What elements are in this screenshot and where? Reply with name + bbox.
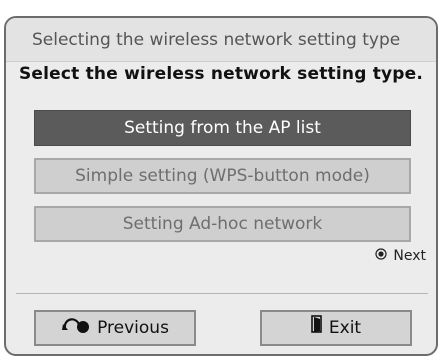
instruction-text: Select the wireless network setting type…	[18, 64, 424, 84]
divider	[16, 293, 428, 294]
exit-door-icon	[311, 312, 323, 344]
dialog-title: Selecting the wireless network setting t…	[6, 18, 436, 62]
option-ap-list[interactable]: Setting from the AP list	[34, 110, 411, 146]
option-wps-button[interactable]: Simple setting (WPS-button mode)	[34, 158, 411, 194]
back-arrow-icon	[61, 312, 91, 344]
next-hint: Next	[375, 248, 426, 264]
exit-label: Exit	[328, 318, 362, 338]
previous-button[interactable]: Previous	[34, 310, 196, 346]
exit-button[interactable]: Exit	[260, 310, 412, 346]
previous-label: Previous	[97, 318, 169, 338]
next-label: Next	[393, 248, 426, 264]
wireless-setting-dialog: Selecting the wireless network setting t…	[4, 16, 438, 356]
ok-button-icon	[375, 248, 387, 264]
option-adhoc-network[interactable]: Setting Ad-hoc network	[34, 206, 411, 242]
